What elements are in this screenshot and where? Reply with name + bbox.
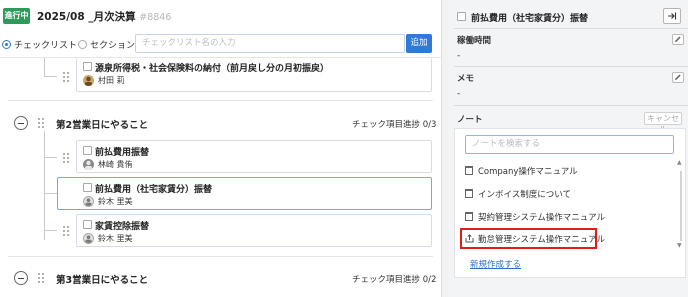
notes-panel: ノートを検索する ▲ ▼ Company操作マニュアル インボイス制度について … — [454, 128, 686, 278]
note-item-highlighted[interactable]: 勤怠管理システム操作マニュアル — [460, 228, 605, 249]
status-badge: 進行中 — [3, 8, 30, 24]
section-divider — [8, 100, 433, 101]
detail-pane: 前払費用（社宅家賃分）振替 稼働時間 - メモ - ノート キャンセル ノートを… — [448, 0, 688, 297]
drag-handle-icon[interactable] — [63, 72, 69, 82]
drag-handle-icon[interactable] — [38, 273, 44, 283]
add-button[interactable]: 追加 — [406, 34, 432, 53]
drag-handle-icon[interactable] — [38, 118, 44, 128]
tree-line — [44, 58, 45, 76]
cancel-button[interactable]: キャンセル — [644, 112, 682, 134]
collapse-panel-button[interactable] — [663, 8, 681, 24]
detail-title: 前払費用（社宅家賃分）振替 — [471, 14, 589, 24]
mode-section-radio[interactable] — [78, 40, 87, 49]
collapse-section-button[interactable] — [14, 271, 28, 285]
notes-label: ノート — [457, 115, 483, 125]
pencil-icon — [675, 36, 681, 42]
section-progress: チェック項目進捗 0/2 — [352, 275, 437, 285]
memo-label: メモ — [457, 74, 475, 84]
avatar — [83, 196, 94, 207]
task-card[interactable]: 前払費用振替 林崎 貴侑 — [76, 140, 432, 173]
edit-memo-button[interactable] — [672, 72, 684, 83]
task-title: 前払費用（社宅家賃分）振替 — [95, 185, 213, 195]
detail-divider — [454, 105, 688, 106]
note-item[interactable]: 契約管理システム操作マニュアル — [478, 211, 605, 223]
document-icon — [465, 189, 473, 198]
avatar — [83, 75, 94, 86]
document-icon — [465, 166, 473, 175]
work-time-label: 稼働時間 — [457, 36, 492, 46]
task-card[interactable]: 源泉所得税・社会保険料の納付（前月戻し分の月初振戻） 村田 莉 — [76, 58, 432, 92]
collapse-section-button[interactable] — [14, 116, 28, 130]
task-checkbox[interactable] — [83, 62, 92, 71]
task-card[interactable]: 家賃控除振替 鈴木 里美 — [76, 214, 432, 247]
avatar — [83, 159, 94, 170]
notes-scrollbar[interactable] — [680, 171, 682, 241]
task-title: 家賃控除振替 — [95, 222, 150, 232]
section-title: 第3営業日にやること — [56, 275, 149, 286]
mode-checklist-radio[interactable] — [2, 40, 11, 49]
create-note-link[interactable]: 新規作成する — [470, 258, 521, 270]
section-divider — [8, 256, 433, 257]
mode-section-label[interactable]: セクション — [90, 38, 135, 51]
task-assignee: 村田 莉 — [98, 76, 125, 85]
avatar — [83, 233, 94, 244]
note-item-label: 勤怠管理システム操作マニュアル — [478, 235, 605, 245]
tree-line — [44, 157, 57, 158]
note-item[interactable]: インボイス制度について — [478, 188, 571, 200]
task-assignee: 鈴木 里美 — [98, 197, 133, 206]
page-title: 2025/08 _月次決算 #8846 — [37, 9, 171, 24]
task-title: 源泉所得税・社会保険料の納付（前月戻し分の月初振戻） — [95, 64, 330, 74]
drag-handle-icon[interactable] — [63, 226, 69, 236]
record-id: #8846 — [139, 12, 172, 23]
edit-work-time-button[interactable] — [672, 34, 684, 45]
checklist-pane: 進行中 2025/08 _月次決算 #8846 チェックリスト セクション チェ… — [0, 0, 441, 297]
task-checkbox[interactable] — [83, 220, 92, 229]
tree-line — [44, 76, 57, 77]
tree-line — [44, 131, 45, 240]
task-checkbox[interactable] — [83, 183, 92, 192]
tree-line — [44, 230, 57, 231]
section-title: 第2営業日にやること — [56, 120, 149, 131]
checklist-name-input[interactable]: チェックリスト名の入力 — [135, 34, 405, 53]
task-assignee: 林崎 貴侑 — [98, 160, 133, 169]
note-search-input[interactable]: ノートを検索する — [465, 135, 674, 154]
pencil-icon — [675, 74, 681, 80]
note-item[interactable]: Company操作マニュアル — [478, 165, 578, 177]
collapse-right-icon — [668, 12, 677, 20]
share-icon — [465, 234, 474, 243]
document-icon — [465, 212, 473, 221]
section-progress: チェック項目進捗 0/3 — [352, 120, 437, 130]
task-checkbox[interactable] — [83, 146, 92, 155]
detail-divider — [454, 28, 688, 29]
pane-divider[interactable] — [441, 0, 448, 297]
task-assignee: 鈴木 里美 — [98, 234, 133, 243]
task-title: 前払費用振替 — [95, 148, 150, 158]
drag-handle-icon[interactable] — [63, 153, 69, 163]
detail-divider — [454, 66, 688, 67]
work-time-value: - — [457, 51, 461, 61]
mode-checklist-label[interactable]: チェックリスト — [14, 38, 77, 51]
memo-value: - — [457, 89, 461, 99]
scroll-down-icon[interactable]: ▼ — [677, 242, 682, 249]
detail-checkbox[interactable] — [457, 12, 466, 21]
task-card-selected[interactable]: 前払費用（社宅家賃分）振替 鈴木 里美 — [57, 177, 432, 210]
tree-line — [44, 193, 57, 194]
scroll-up-icon[interactable]: ▲ — [677, 159, 682, 166]
page-title-text: 2025/08 _月次決算 — [37, 11, 136, 23]
